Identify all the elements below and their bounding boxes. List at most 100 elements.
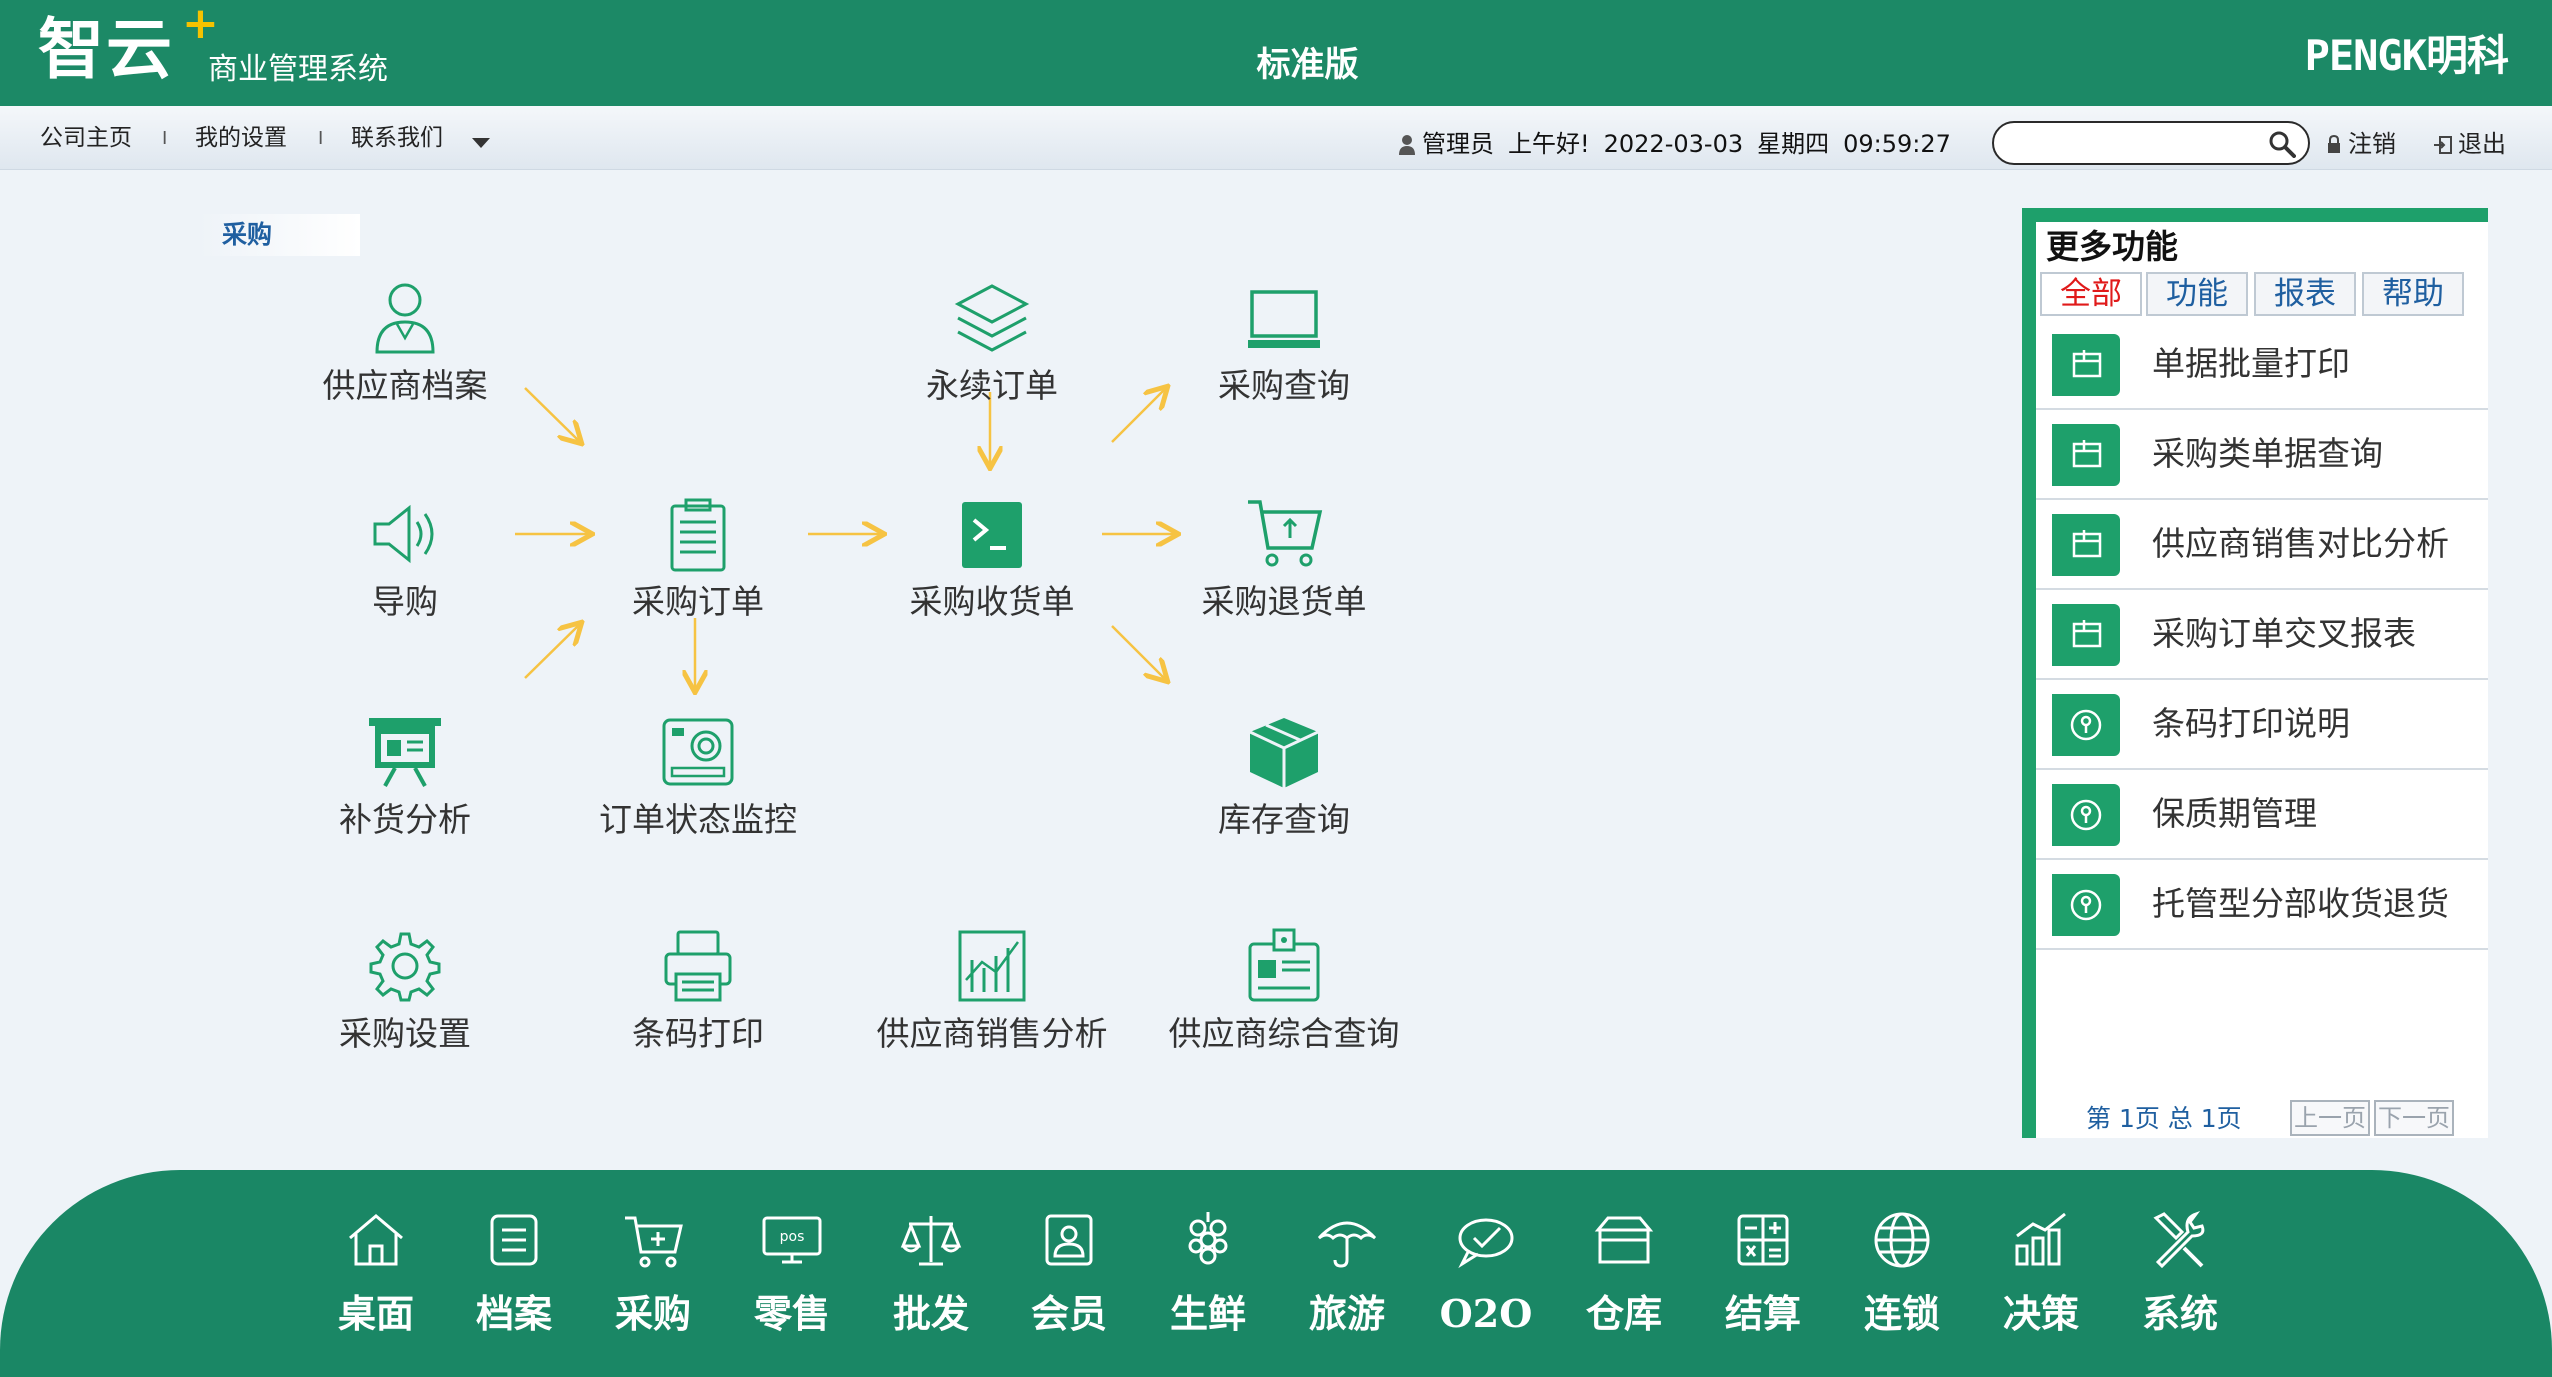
app-header: 智云 + 商业管理系统 标准版 PENGK明科 — [0, 0, 2552, 106]
layers-icon — [954, 284, 1030, 352]
dock-fresh[interactable]: 生鲜 — [1148, 1208, 1268, 1338]
dock-chain[interactable]: 连锁 — [1842, 1208, 1962, 1338]
search-icon[interactable] — [2268, 130, 2296, 158]
clipboard-icon — [670, 498, 726, 572]
list-item[interactable]: 供应商销售对比分析 — [2036, 500, 2488, 590]
tab-reports[interactable]: 报表 — [2254, 272, 2356, 316]
list-item-label: 条码打印说明 — [2152, 704, 2350, 743]
flow-continuous-order[interactable]: 永续订单 — [862, 278, 1122, 408]
tab-all[interactable]: 全部 — [2040, 272, 2142, 316]
arrow-receipt-to-inventory — [1111, 625, 1166, 680]
logout-button[interactable]: 注销 — [2326, 124, 2396, 164]
flow-supplier-query[interactable]: 供应商综合查询 — [1154, 926, 1414, 1056]
dock-warehouse[interactable]: 仓库 — [1564, 1208, 1684, 1338]
next-page-button[interactable]: 下一页 — [2374, 1100, 2454, 1136]
list-item[interactable]: 单据批量打印 — [2036, 320, 2488, 410]
panel-title: 更多功能 — [2046, 227, 2178, 266]
umbrella-icon — [1317, 1221, 1377, 1268]
logo-plus-mark: + — [182, 0, 219, 49]
dock-label: 生鲜 — [1169, 1291, 1246, 1336]
dock-purchase[interactable]: 采购 — [593, 1208, 713, 1338]
nav-my-settings[interactable]: 我的设置 — [195, 120, 287, 156]
flow-label: 永续订单 — [926, 366, 1058, 405]
flow-order-monitor[interactable]: 订单状态监控 — [568, 712, 828, 842]
stats-icon — [2015, 1212, 2066, 1266]
list-item-label: 托管型分部收货退货 — [2152, 884, 2449, 923]
terminal-icon — [962, 502, 1022, 568]
dock-decision[interactable]: 决策 — [1981, 1208, 2101, 1338]
dock-o2o[interactable]: O2O — [1426, 1208, 1546, 1338]
dock-system[interactable]: 系统 — [2120, 1208, 2240, 1338]
gear-icon — [369, 932, 441, 1002]
flow-shopping-guide[interactable]: 导购 — [275, 494, 535, 624]
nav-contact-us[interactable]: 联系我们 — [351, 120, 443, 156]
tab-help[interactable]: 帮助 — [2362, 272, 2464, 316]
nav-company-home[interactable]: 公司主页 — [40, 120, 132, 156]
dock-archive[interactable]: 档案 — [454, 1208, 574, 1338]
dock-member[interactable]: 会员 — [1009, 1208, 1129, 1338]
list-item[interactable]: 采购类单据查询 — [2036, 410, 2488, 500]
help-icon — [2052, 694, 2120, 756]
flow-inventory-query[interactable]: 库存查询 — [1154, 712, 1414, 842]
globe-icon — [1874, 1212, 1930, 1268]
chevron-down-icon[interactable] — [472, 138, 490, 148]
flow-label: 采购订单 — [632, 582, 764, 621]
flow-label: 订单状态监控 — [599, 800, 797, 839]
flow-purchase-return[interactable]: 采购退货单 — [1154, 494, 1414, 624]
list-item[interactable]: 采购订单交叉报表 — [2036, 590, 2488, 680]
tab-functions[interactable]: 功能 — [2146, 272, 2248, 316]
dock-settlement[interactable]: 结算 — [1703, 1208, 1823, 1338]
window-icon — [2052, 424, 2120, 486]
list-item[interactable]: 托管型分部收货退货 — [2036, 860, 2488, 950]
dock-retail[interactable]: pos 零售 — [732, 1208, 852, 1338]
user-status: 管理员 上午好! 2022-03-03 星期四 09:59:27 — [1398, 124, 1965, 164]
nav-separator: I — [162, 128, 168, 149]
home-icon — [349, 1214, 403, 1266]
dock-wholesale[interactable]: 批发 — [871, 1208, 991, 1338]
speaker-icon — [373, 504, 434, 564]
list-item[interactable]: 保质期管理 — [2036, 770, 2488, 860]
window-icon — [2052, 604, 2120, 666]
flow-purchase-query[interactable]: 采购查询 — [1154, 278, 1414, 408]
dock-label: 连锁 — [1863, 1291, 1940, 1336]
flow-supplier-sales-analysis[interactable]: 供应商销售分析 — [862, 926, 1122, 1056]
list-item-label: 保质期管理 — [2152, 794, 2317, 833]
camera-icon — [662, 718, 734, 786]
greeting: 上午好! — [1508, 130, 1590, 158]
o2o-icon — [1458, 1218, 1514, 1269]
flow-purchase-settings[interactable]: 采购设置 — [275, 926, 535, 1056]
list-item-label: 单据批量打印 — [2152, 344, 2350, 383]
flow-label: 采购收货单 — [909, 582, 1075, 621]
list-item[interactable]: 条码打印说明 — [2036, 680, 2488, 770]
brand-logo: PENGK明科 — [2304, 31, 2509, 80]
help-icon — [2052, 874, 2120, 936]
section-title: 采购 — [198, 214, 360, 256]
prev-page-button[interactable]: 上一页 — [2290, 1100, 2370, 1136]
dock-label: 会员 — [1030, 1291, 1107, 1336]
dock-label: 系统 — [2141, 1291, 2218, 1336]
member-icon — [1045, 1214, 1093, 1266]
box-icon — [1249, 718, 1319, 788]
flow-supplier-file[interactable]: 供应商档案 — [275, 278, 535, 408]
flow-purchase-receipt[interactable]: 采购收货单 — [862, 494, 1122, 624]
dock-label: 零售 — [753, 1291, 830, 1336]
list-item-label: 采购订单交叉报表 — [2152, 614, 2416, 653]
dock-label: 采购 — [614, 1291, 691, 1336]
flow-purchase-order[interactable]: 采购订单 — [568, 494, 828, 624]
logo-text: 智云 — [38, 11, 174, 88]
flow-barcode-print[interactable]: 条码打印 — [568, 926, 828, 1056]
warehouse-icon — [1594, 1216, 1654, 1264]
dock-travel[interactable]: 旅游 — [1287, 1208, 1407, 1338]
exit-button[interactable]: 退出 — [2434, 124, 2506, 164]
dock-desktop[interactable]: 桌面 — [316, 1208, 436, 1338]
flow-label: 采购退货单 — [1201, 582, 1367, 621]
more-functions-list: 单据批量打印 采购类单据查询 供应商销售对比分析 采购订单交叉报表 条码打印说明… — [2036, 320, 2488, 950]
search-input[interactable] — [2012, 129, 2252, 159]
chart-icon — [958, 930, 1026, 1002]
flow-label: 供应商综合查询 — [1168, 1014, 1400, 1053]
flow-label: 供应商销售分析 — [876, 1014, 1108, 1053]
app-subtitle: 商业管理系统 — [208, 52, 388, 87]
scale-icon — [900, 1216, 962, 1266]
flow-replenish-analysis[interactable]: 补货分析 — [275, 712, 535, 842]
arrow-replenish-to-order — [524, 624, 580, 679]
